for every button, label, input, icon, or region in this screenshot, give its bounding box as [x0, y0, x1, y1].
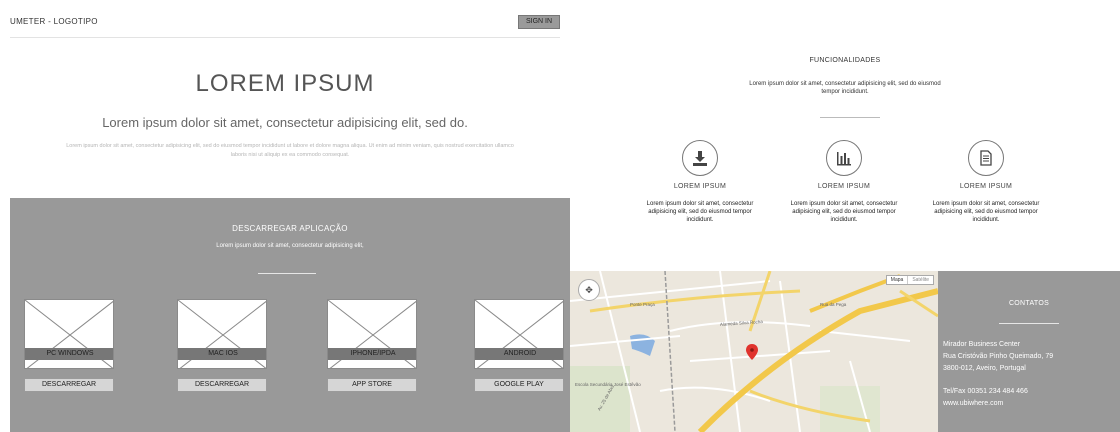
features-subtitle: Lorem ipsum dolor sit amet, consectetur … [749, 81, 941, 95]
download-mac-button[interactable]: DESCARREGAR [177, 378, 267, 392]
divider [258, 273, 316, 274]
feature-title: LOREM IPSUM [959, 183, 1013, 190]
image-placeholder: PC WINDOWS [24, 299, 114, 369]
feature-title: LOREM IPSUM [673, 183, 727, 190]
hero-title: LOREM IPSUM [195, 70, 375, 97]
address-line: Rua Cristóvão Pinho Queimado, 79 [943, 353, 1054, 360]
download-icon [682, 140, 718, 176]
landing-right-panel: FUNCIONALIDADES Lorem ipsum dolor sit am… [570, 0, 1120, 432]
download-subtitle: Lorem ipsum dolor sit amet, consectetur … [216, 243, 364, 249]
landing-left-panel: UMETER - LOGOTIPO SIGN IN LOREM IPSUM Lo… [0, 0, 570, 432]
feature-description: Lorem ipsum dolor sit amet, consectetur … [932, 201, 1040, 223]
contacts-section: CONTATOS Mirador Business Center Rua Cri… [938, 271, 1120, 432]
street-label: Escola Secundária José Estêvão [575, 382, 641, 387]
map-type-toggle[interactable]: Mapa Satélite [885, 275, 934, 285]
contacts-title: CONTATOS [1008, 300, 1050, 307]
image-placeholder: ANDROID [474, 299, 564, 369]
contact-phone-web: Tel/Fax 00351 234 484 466 www.ubiwhere.c… [943, 386, 1028, 410]
app-store-button[interactable]: APP STORE [327, 378, 417, 392]
top-bar: UMETER - LOGOTIPO SIGN IN [10, 12, 560, 38]
platform-label: MAC IOS [178, 348, 266, 360]
platform-android: ANDROID GOOGLE PLAY [474, 299, 564, 392]
divider [820, 117, 880, 118]
download-section: DESCARREGAR APLICAÇÃO Lorem ipsum dolor … [10, 198, 570, 432]
address-line: 3800-012, Aveiro, Portugal [943, 365, 1026, 372]
platform-label: IPHONE/IPDA [328, 348, 416, 360]
contact-phone: Tel/Fax 00351 234 484 466 [943, 388, 1028, 395]
platform-pc-windows: PC WINDOWS DESCARREGAR [24, 299, 114, 392]
feature-description: Lorem ipsum dolor sit amet, consectetur … [790, 201, 898, 223]
download-title: DESCARREGAR APLICAÇÃO [232, 224, 348, 233]
google-play-button[interactable]: GOOGLE PLAY [474, 378, 564, 392]
platform-label: PC WINDOWS [25, 348, 113, 360]
map-graphic: Alameda Silva Rocha Rua da Pega Ponte Pr… [570, 271, 938, 432]
sign-in-button[interactable]: SIGN IN [518, 15, 560, 29]
feature-title: LOREM IPSUM [817, 183, 871, 190]
map-type-satellite[interactable]: Satélite [907, 276, 933, 284]
feature-item: LOREM IPSUM Lorem ipsum dolor sit amet, … [926, 140, 1046, 224]
hero-body: Lorem ipsum dolor sit amet, consectetur … [66, 143, 514, 158]
download-windows-button[interactable]: DESCARREGAR [24, 378, 114, 392]
map-type-map[interactable]: Mapa [887, 276, 908, 284]
feature-item: LOREM IPSUM Lorem ipsum dolor sit amet, … [640, 140, 760, 224]
feature-item: LOREM IPSUM Lorem ipsum dolor sit amet, … [784, 140, 904, 224]
feature-description: Lorem ipsum dolor sit amet, consectetur … [646, 201, 754, 223]
logo[interactable]: UMETER - LOGOTIPO [10, 17, 98, 26]
platform-mac-ios: MAC IOS DESCARREGAR [177, 299, 267, 392]
bar-chart-icon [826, 140, 862, 176]
street-label: Rua da Pega [820, 302, 847, 307]
platform-label: ANDROID [475, 348, 563, 360]
image-placeholder: IPHONE/IPDA [327, 299, 417, 369]
street-label: Ponte Praça [630, 302, 655, 307]
document-icon [968, 140, 1004, 176]
map-pan-control-icon[interactable]: ✥ [578, 279, 600, 301]
contact-website[interactable]: www.ubiwhere.com [943, 398, 1028, 410]
location-map[interactable]: Alameda Silva Rocha Rua da Pega Ponte Pr… [570, 271, 938, 432]
image-placeholder: MAC IOS [177, 299, 267, 369]
platform-iphone: IPHONE/IPDA APP STORE [327, 299, 417, 392]
hero-subtitle: Lorem ipsum dolor sit amet, consectetur … [102, 115, 468, 130]
contact-address: Mirador Business Center Rua Cristóvão Pi… [943, 339, 1053, 375]
address-line: Mirador Business Center [943, 341, 1021, 348]
divider [999, 323, 1059, 324]
features-title: FUNCIONALIDADES [809, 57, 881, 64]
